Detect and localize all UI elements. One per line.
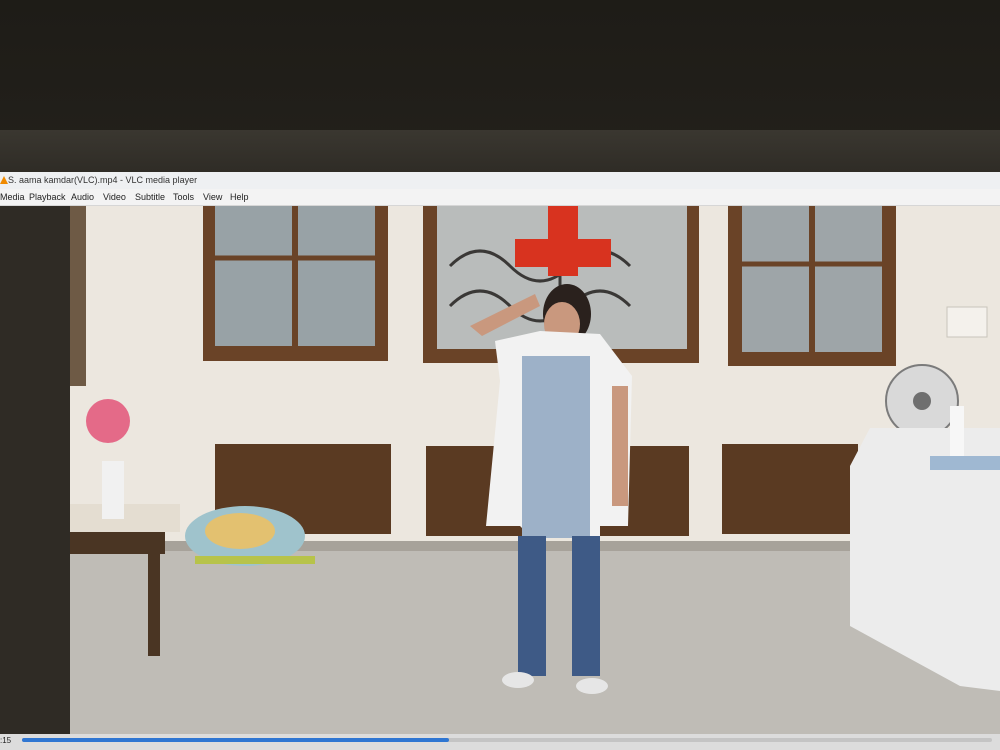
status-bar: :15 bbox=[0, 734, 1000, 750]
bench-leg bbox=[148, 546, 160, 656]
window-title: S. aama kamdar(VLC).mp4 - VLC media play… bbox=[8, 175, 198, 185]
spray-bottle bbox=[950, 406, 964, 456]
menu-audio[interactable]: Audio bbox=[69, 189, 96, 205]
menu-tools[interactable]: Tools bbox=[171, 189, 196, 205]
pedestal-fan bbox=[885, 364, 959, 438]
door-frame bbox=[0, 206, 70, 734]
video-frame bbox=[0, 206, 1000, 734]
seek-slider-progress bbox=[22, 738, 449, 742]
vlc-cone-icon bbox=[0, 176, 8, 184]
projection-screen-edge bbox=[0, 130, 1000, 172]
menu-help[interactable]: Help bbox=[228, 189, 251, 205]
video-area[interactable] bbox=[0, 206, 1000, 734]
window-left bbox=[203, 206, 388, 361]
flowers bbox=[86, 399, 130, 443]
menu-playback[interactable]: Playback bbox=[27, 189, 68, 205]
seek-slider[interactable] bbox=[22, 738, 992, 742]
window-right bbox=[728, 206, 896, 366]
door-panel bbox=[70, 206, 86, 386]
menu-media[interactable]: Media bbox=[0, 189, 27, 205]
flower-vase bbox=[102, 461, 124, 519]
menu-bar: Media Playback Audio Video Subtitle Tool… bbox=[0, 189, 1000, 206]
menu-subtitle[interactable]: Subtitle bbox=[133, 189, 167, 205]
menu-view[interactable]: View bbox=[201, 189, 224, 205]
tray bbox=[930, 456, 1000, 470]
elapsed-time: :15 bbox=[0, 736, 12, 745]
menu-video[interactable]: Video bbox=[101, 189, 128, 205]
switch-board bbox=[946, 306, 988, 338]
side-table-top bbox=[70, 504, 180, 532]
vlc-window: S. aama kamdar(VLC).mp4 - VLC media play… bbox=[0, 172, 1000, 750]
title-bar: S. aama kamdar(VLC).mp4 - VLC media play… bbox=[0, 172, 1000, 189]
vent-right bbox=[722, 444, 858, 534]
